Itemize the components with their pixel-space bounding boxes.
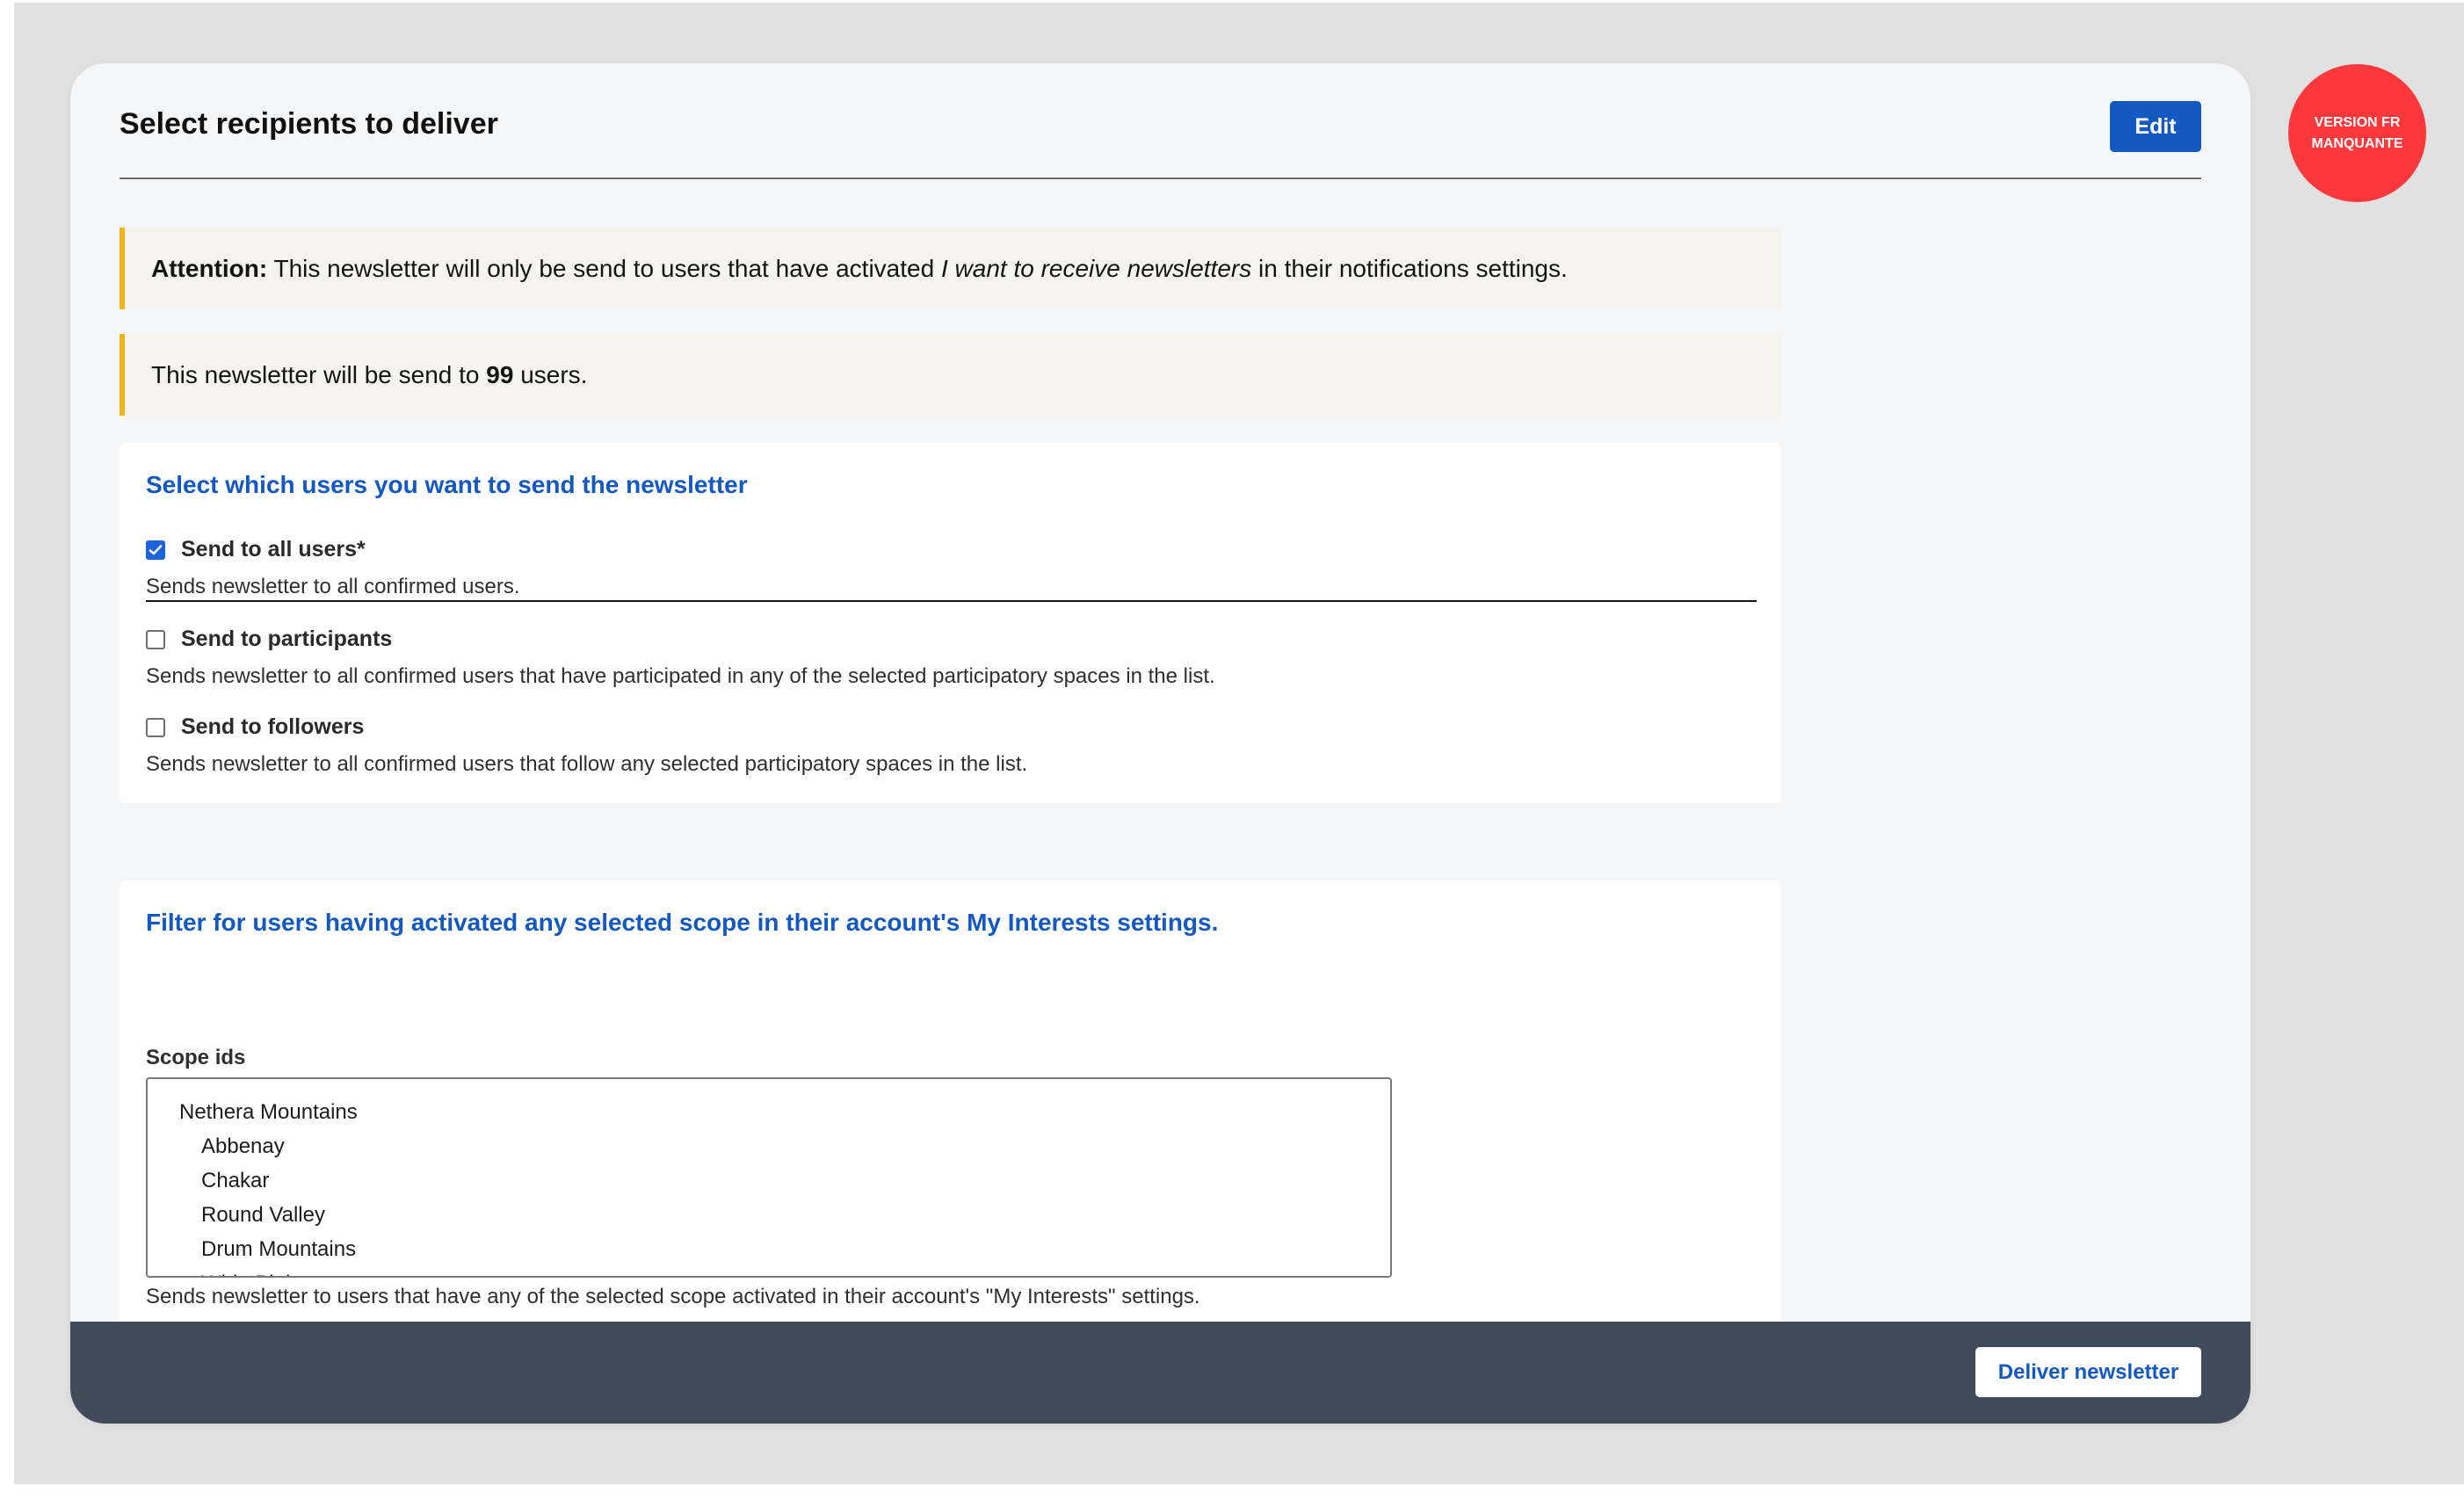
send-to-all-users-help: Sends newsletter to all confirmed users. [146,575,520,598]
recipients-panel: Select which users you want to send the … [120,443,1781,803]
edit-button[interactable]: Edit [2110,101,2201,152]
send-to-followers-checkbox[interactable] [146,717,165,737]
recipient-count-text-before: This newsletter will be send to [151,360,487,388]
send-to-followers-help: Sends newsletter to all confirmed users … [146,752,1028,776]
send-to-all-users-checkbox[interactable] [146,540,165,560]
scope-option[interactable]: Round Valley [148,1198,1390,1232]
scope-option[interactable]: Chakar [148,1163,1390,1198]
scope-option[interactable]: Nethera Mountains [148,1095,1390,1129]
recipient-count-callout: This newsletter will be send to 99 users… [120,334,1781,416]
send-to-all-users-label: Send to all users* [181,537,366,562]
send-to-participants-label: Send to participants [181,627,393,651]
attention-text: Attention: This newsletter will only be … [151,255,1568,283]
missing-translation-badge: VERSION FR MANQUANTE [2288,64,2426,202]
scope-option[interactable]: Wide Plains [148,1266,1390,1276]
scope-option[interactable]: Drum Mountains [148,1232,1390,1266]
deliver-newsletter-button[interactable]: Deliver newsletter [1975,1347,2201,1397]
divider [146,600,1757,602]
scope-ids-label: Scope ids [146,1046,246,1069]
page-title: Select recipients to deliver [120,107,498,141]
send-to-followers-label: Send to followers [181,714,365,739]
scopes-heading: Filter for users having activated any se… [146,909,1219,936]
send-to-all-users-option[interactable]: Send to all users* [146,537,366,562]
attention-setting-name: I want to receive newsletters [940,254,1252,282]
send-to-participants-checkbox[interactable] [146,629,165,649]
form-footer: Deliver newsletter [70,1322,2250,1424]
newsletter-select-recipients-card: Select recipients to deliver Edit Attent… [70,63,2250,1424]
scopes-panel: Filter for users having activated any se… [120,880,1781,1340]
send-to-followers-option[interactable]: Send to followers [146,714,364,740]
attention-text-after: in their notifications settings. [1251,254,1568,282]
attention-label: Attention: [151,254,268,282]
recipient-count-value: 99 [486,360,514,388]
scope-ids-help: Sends newsletter to users that have any … [146,1285,1200,1308]
recipient-count-text-after: users. [513,360,588,388]
send-to-participants-help: Sends newsletter to all confirmed users … [146,664,1215,688]
scope-ids-multiselect[interactable]: Nethera Mountains Abbenay Chakar Round V… [146,1077,1392,1278]
send-to-participants-option[interactable]: Send to participants [146,627,392,652]
recipients-heading: Select which users you want to send the … [146,471,748,498]
attention-text-before: This newsletter will only be send to use… [267,254,941,282]
checkmark-icon [149,544,163,554]
attention-callout: Attention: This newsletter will only be … [120,228,1781,309]
recipient-count-text: This newsletter will be send to 99 users… [151,361,587,389]
scope-option[interactable]: Abbenay [148,1129,1390,1163]
card-header: Select recipients to deliver Edit [120,63,2201,179]
